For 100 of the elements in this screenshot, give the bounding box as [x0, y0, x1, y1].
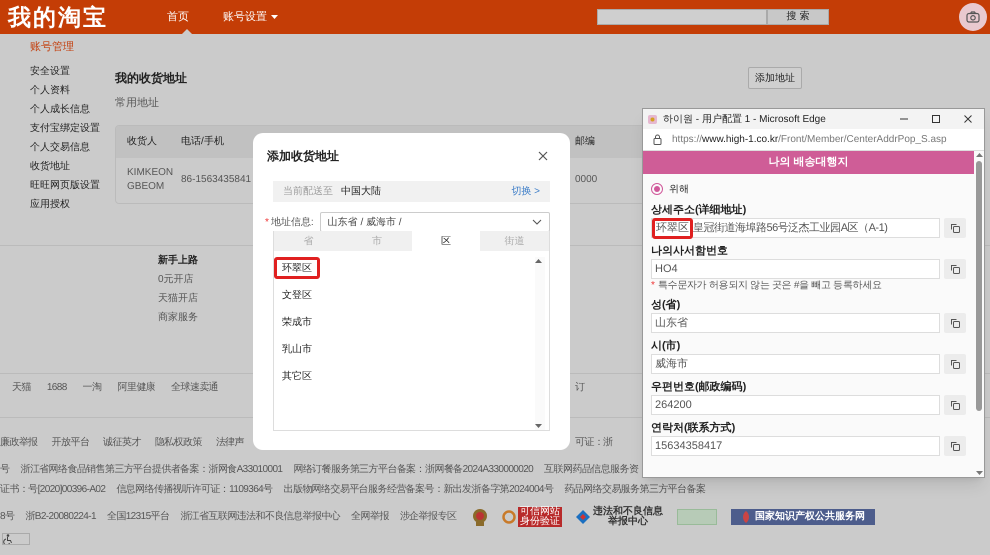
- maximize-icon: [931, 114, 941, 124]
- footer-link[interactable]: 全国12315平台: [106, 509, 170, 524]
- report-badge[interactable]: 违法和不良信息 举报中心: [576, 506, 664, 526]
- sidebar-link[interactable]: 个人交易信息: [30, 138, 115, 156]
- field-label: 성(省): [651, 298, 682, 312]
- text-field[interactable]: 威海市: [651, 354, 940, 374]
- copy-button[interactable]: [944, 436, 966, 456]
- footer-link[interactable]: 浙B2-20080224-1: [25, 509, 96, 524]
- footer-link[interactable]: 天猫: [12, 380, 31, 394]
- district-option[interactable]: 其它区: [274, 365, 320, 387]
- text-field[interactable]: 环翠区 皇冠街道海埠路56号泛杰工业园A区（A-1): [651, 218, 940, 238]
- footer-link[interactable]: 出版物网络交易平台服务经营备案号：新出发浙备字第2024004号: [284, 482, 554, 497]
- sidebar-link[interactable]: 安全设置: [30, 62, 115, 80]
- footer-link[interactable]: 开放平台: [52, 434, 90, 450]
- sidebar-link[interactable]: 支付宝绑定设置: [30, 118, 115, 138]
- district-option[interactable]: 乳山市: [274, 338, 320, 360]
- highlight-box: 环翠区: [652, 218, 693, 238]
- footer-link[interactable]: 浙江省网络食品销售第三方平台提供者备案：浙网食A33010001: [20, 462, 282, 476]
- footer-link[interactable]: 诚征英才: [103, 434, 141, 450]
- accessibility-badge[interactable]: [2, 532, 30, 544]
- sidebar-link[interactable]: 个人成长信息: [30, 100, 115, 118]
- sidebar-link[interactable]: 个人资料: [30, 80, 115, 100]
- footer-link[interactable]: 浙江省互联网违法和不良信息举报中心: [180, 509, 340, 524]
- copy-button[interactable]: [944, 218, 966, 238]
- copy-button[interactable]: [944, 313, 966, 333]
- badge-text: 身份验证: [520, 516, 560, 526]
- district-option[interactable]: 环翠区: [274, 257, 320, 279]
- scroll-thumb[interactable]: [976, 161, 982, 411]
- delivery-label: 当前配送至: [283, 184, 333, 199]
- wheelchair-icon: [3, 534, 13, 544]
- banner-text: 国家知识产权公共服务网: [755, 509, 866, 524]
- logo-text: 我的淘宝: [6, 2, 109, 32]
- badge-text: 可信网站: [520, 506, 560, 516]
- footer-link[interactable]: 1688: [46, 380, 67, 394]
- field-label: 연락처(联系方式): [651, 421, 736, 435]
- text-field[interactable]: 15634358417: [651, 436, 940, 456]
- sidebar-link[interactable]: 旺旺网页版设置: [30, 176, 115, 194]
- footer-link[interactable]: 网络订餐服务第三方平台备案：浙网餐备2024A330000020: [293, 462, 534, 476]
- radio-option[interactable]: 위해: [651, 181, 966, 197]
- footer-link[interactable]: 药品网络交易服务第三方平台备案: [564, 482, 706, 497]
- delivery-value: 中国大陆: [341, 184, 381, 199]
- ring-icon: [502, 510, 516, 524]
- scroll-down-icon: [535, 424, 542, 428]
- copy-button[interactable]: [944, 395, 966, 415]
- address-label: 地址信息:: [270, 216, 314, 230]
- window-title: 하이원 - 用户配置 1 - Microsoft Edge: [663, 112, 826, 126]
- switch-link[interactable]: 切换 >: [511, 184, 540, 199]
- footer-link[interactable]: 全球速卖通: [171, 380, 218, 394]
- radio-button[interactable]: [651, 183, 663, 195]
- footer-link[interactable]: 互联网药品信息服务资: [544, 462, 638, 476]
- copy-button[interactable]: [944, 259, 966, 279]
- footer-link[interactable]: 隐私权政策: [154, 434, 202, 450]
- nav-tab[interactable]: 账号设置: [219, 0, 282, 34]
- text-field[interactable]: 264200: [651, 395, 940, 415]
- search-field[interactable]: [597, 9, 767, 25]
- region-tab[interactable]: 区: [412, 231, 480, 251]
- section-label: 常用地址: [115, 96, 160, 111]
- required-mark: *: [651, 279, 655, 292]
- footer-link[interactable]: 信息网络传播视听许可证：1109364号: [116, 482, 273, 497]
- field-label: 상세주소(详细地址): [651, 203, 748, 217]
- camera-button[interactable]: [959, 3, 987, 31]
- footer-link[interactable]: 涉企举报专区: [400, 509, 456, 524]
- footer-link[interactable]: 可证：浙: [575, 434, 613, 450]
- scroll-down-icon: [976, 471, 982, 475]
- copy-button[interactable]: [944, 354, 966, 374]
- sidebar-link[interactable]: 收货地址: [30, 156, 115, 176]
- scroll-up-icon: [535, 259, 542, 263]
- required-mark: *: [265, 216, 269, 230]
- scroll-up-icon: [976, 153, 982, 157]
- copy-icon: [950, 223, 960, 233]
- ip-service-banner[interactable]: 国家知识产权公共服务网: [731, 508, 876, 524]
- footer-link[interactable]: 订: [575, 380, 584, 394]
- search-button[interactable]: 搜 索: [767, 9, 829, 25]
- trust-badge[interactable]: 可信网站 身份验证: [502, 506, 562, 526]
- footer-link[interactable]: 商家服务: [158, 310, 198, 324]
- badge-text: 举报中心: [608, 516, 648, 526]
- chevron-down-icon: [532, 219, 542, 225]
- footer-link[interactable]: 8号: [0, 509, 14, 524]
- footer-link[interactable]: 证书：号[2020]00396-A02: [0, 482, 106, 497]
- scrollbar[interactable]: [974, 151, 984, 477]
- scrollbar[interactable]: [535, 257, 545, 430]
- nav-tab[interactable]: 首页: [167, 0, 207, 34]
- text-field[interactable]: HO4: [651, 259, 940, 279]
- footer-link[interactable]: 天猫开店: [158, 290, 198, 306]
- dialog-title: 添加收货地址: [267, 148, 339, 165]
- footer-link[interactable]: 全网举报: [351, 509, 389, 524]
- sidebar-link[interactable]: 应用授权: [30, 194, 115, 214]
- copy-icon: [950, 400, 960, 410]
- footer-link[interactable]: 阿里健康: [117, 380, 156, 394]
- add-address-button[interactable]: 添加地址: [748, 67, 802, 89]
- footer-link[interactable]: 0元开店: [158, 272, 194, 286]
- text-field[interactable]: 山东省: [651, 313, 940, 333]
- footer-link[interactable]: 廉政举报: [0, 434, 38, 450]
- footer-link[interactable]: 法律声: [216, 434, 244, 450]
- close-button[interactable]: [536, 149, 550, 163]
- district-option[interactable]: 文登区: [274, 284, 320, 306]
- footer-link[interactable]: 一淘: [82, 380, 102, 394]
- footer-link[interactable]: 号: [0, 462, 10, 476]
- emblem-icon: [472, 508, 488, 526]
- district-option[interactable]: 荣成市: [274, 311, 320, 333]
